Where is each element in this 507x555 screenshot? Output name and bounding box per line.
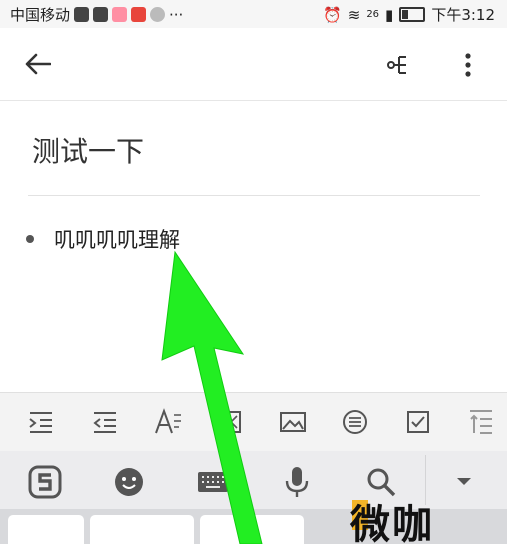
watermark: 微咖 bbox=[350, 502, 434, 548]
more-options-button[interactable] bbox=[455, 48, 481, 82]
signal-icon: ▮ bbox=[385, 5, 394, 24]
bullet-text[interactable]: 叽叽叽叽理解 bbox=[54, 224, 180, 254]
keyboard-key[interactable] bbox=[90, 515, 194, 555]
activity-icon bbox=[74, 7, 90, 22]
image-frame-icon[interactable] bbox=[216, 407, 246, 437]
battery-icon bbox=[399, 7, 426, 22]
app-toolbar bbox=[0, 28, 507, 101]
line-spacing-icon[interactable] bbox=[466, 407, 496, 437]
indent-icon[interactable] bbox=[26, 407, 56, 437]
image-icon[interactable] bbox=[278, 407, 308, 437]
sogou-logo-icon[interactable] bbox=[28, 465, 62, 499]
mind-map-button[interactable] bbox=[384, 50, 414, 80]
note-title[interactable]: 测试一下 bbox=[32, 130, 144, 170]
collapse-icon[interactable] bbox=[447, 465, 481, 499]
outdent-icon[interactable] bbox=[90, 407, 120, 437]
keyboard-key[interactable] bbox=[8, 515, 84, 555]
keyboard-icon[interactable] bbox=[196, 465, 230, 499]
app-icon bbox=[150, 7, 166, 22]
wifi-icon: ≋ bbox=[347, 5, 361, 24]
status-bar: 中国移动 ··· ⏰ ≋ 26 ▮ 下午3:12 bbox=[0, 0, 507, 28]
news-app-icon bbox=[131, 7, 147, 22]
app-icon bbox=[112, 7, 128, 22]
text-format-icon[interactable] bbox=[153, 407, 183, 437]
format-toolbar bbox=[0, 392, 507, 452]
back-arrow-icon bbox=[25, 53, 51, 75]
clock: 下午3:12 bbox=[431, 6, 495, 24]
more-vertical-icon bbox=[465, 53, 471, 77]
list-icon[interactable] bbox=[340, 407, 370, 437]
overflow-indicator: ··· bbox=[169, 5, 184, 24]
alarm-icon: ⏰ bbox=[323, 5, 342, 24]
bullet-dot bbox=[26, 235, 34, 243]
carrier-label: 中国移动 bbox=[10, 6, 71, 24]
app-icon bbox=[93, 7, 109, 22]
keyboard-key[interactable] bbox=[200, 515, 304, 555]
checkbox-icon[interactable] bbox=[403, 407, 433, 437]
bullet-list-item[interactable]: 叽叽叽叽理解 bbox=[26, 224, 180, 254]
network-label: 26 bbox=[366, 9, 380, 20]
back-button[interactable] bbox=[22, 48, 54, 80]
microphone-icon[interactable] bbox=[280, 465, 314, 499]
title-divider bbox=[28, 195, 480, 196]
emoji-icon[interactable] bbox=[112, 465, 146, 499]
tree-structure-icon bbox=[387, 56, 406, 74]
